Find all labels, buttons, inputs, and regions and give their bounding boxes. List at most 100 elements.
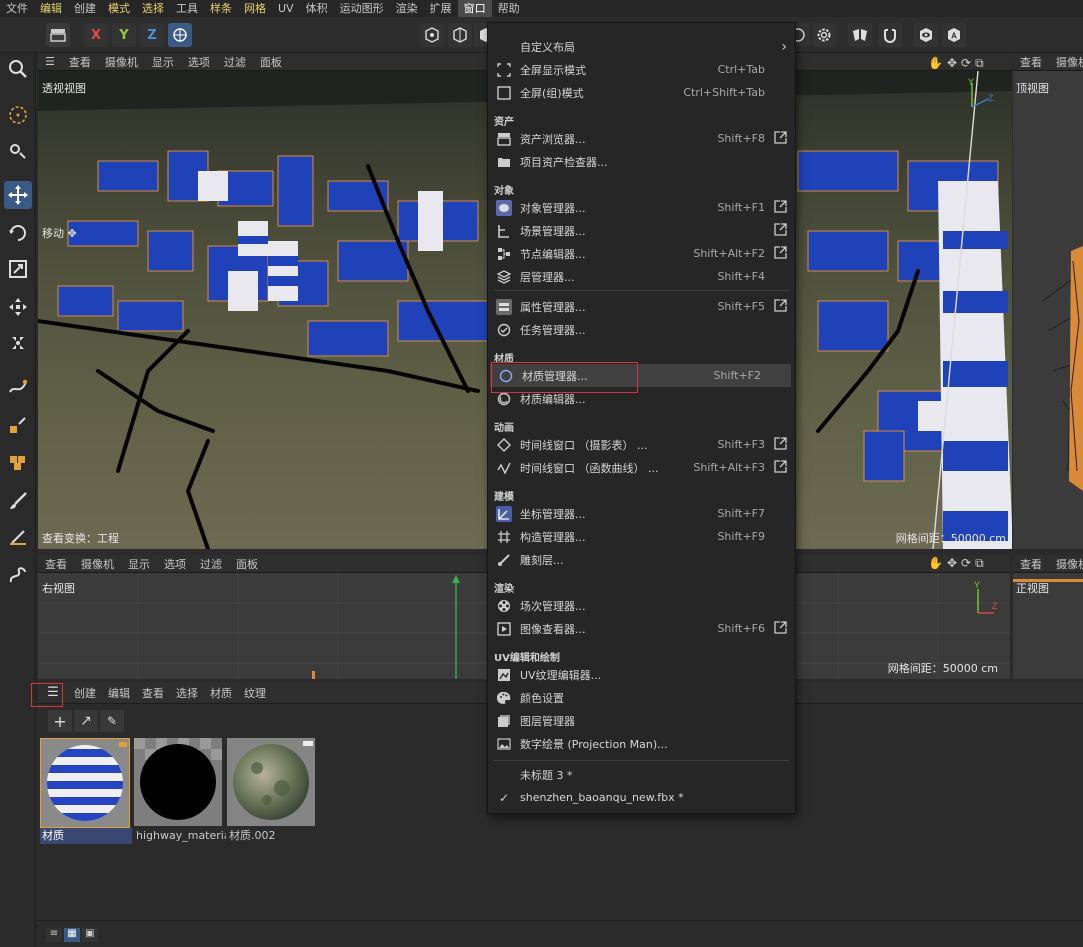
menu-mograph[interactable]: 运动图形 — [334, 0, 390, 17]
viewport-menu-display[interactable]: 显示 — [145, 54, 181, 70]
menu-window[interactable]: 窗口 — [457, 0, 492, 17]
axis-z-lock[interactable]: Z — [140, 23, 164, 47]
pan-icon[interactable]: ✋ — [928, 56, 943, 70]
maximize-view-icon[interactable]: ⧉ — [975, 56, 984, 71]
menu-tools[interactable]: 工具 — [170, 0, 204, 17]
top-view-menu-camera[interactable]: 摄像机 — [1049, 54, 1083, 70]
material-swatch-1[interactable] — [40, 738, 130, 828]
popout-window-icon[interactable] — [774, 298, 787, 315]
add-material-icon[interactable]: + — [48, 710, 72, 732]
point-brush-icon[interactable] — [4, 411, 32, 439]
menu-extensions[interactable]: 扩展 — [424, 0, 458, 17]
rotate-tool-icon[interactable] — [4, 219, 32, 247]
menu-item-场景管理器[interactable]: 场景管理器... — [488, 219, 795, 242]
large-view-icon[interactable]: ▣ — [82, 928, 98, 942]
menu-create[interactable]: 创建 — [68, 0, 102, 17]
material-name-3[interactable]: 材质.002 — [227, 828, 319, 844]
menu-item-全屏显示模式[interactable]: 全屏显示模式 Ctrl+Tab — [488, 58, 795, 81]
menu-item-时间线窗口-函数曲线[interactable]: 时间线窗口 （函数曲线） ... Shift+Alt+F3 — [488, 456, 795, 479]
modeling-tools-icon[interactable] — [4, 137, 32, 165]
material-menu-view[interactable]: 查看 — [136, 685, 170, 701]
snap-icon[interactable] — [878, 23, 902, 47]
menu-uv[interactable]: UV — [272, 0, 300, 17]
move-tool-icon[interactable] — [4, 181, 32, 209]
popout-window-icon[interactable] — [774, 245, 787, 262]
popout-window-icon[interactable] — [774, 199, 787, 216]
viewport-menu-view[interactable]: 查看 — [62, 54, 98, 70]
viewport-menu-panel[interactable]: 面板 — [253, 54, 289, 70]
paint-brush-icon[interactable] — [4, 487, 32, 515]
rotate-view-icon[interactable]: ⟳ — [961, 56, 971, 70]
live-selection-icon[interactable] — [4, 101, 32, 129]
multi-transform-icon[interactable] — [4, 329, 32, 357]
menu-mesh[interactable]: 网格 — [238, 0, 272, 17]
menu-item-时间线窗口-摄影表[interactable]: 时间线窗口 （摄影表） ... Shift+F3 — [488, 433, 795, 456]
list-view-icon[interactable]: ≡ — [46, 928, 62, 942]
gear-icon[interactable] — [812, 23, 836, 47]
right-view-menu-options[interactable]: 选项 — [157, 556, 193, 572]
popout-window-icon[interactable] — [774, 459, 787, 476]
menu-item-任务管理器[interactable]: 任务管理器... — [488, 318, 795, 341]
menu-item-项目资产检查器[interactable]: 项目资产检查器... — [488, 150, 795, 173]
viewport-menu-options[interactable]: 选项 — [181, 54, 217, 70]
front-view-menu-view[interactable]: 查看 — [1013, 556, 1049, 572]
menu-item-构造管理器[interactable]: 构造管理器... Shift+F9 — [488, 525, 795, 548]
right-view-menu-camera[interactable]: 摄像机 — [74, 556, 121, 572]
viewport-menu-camera[interactable]: 摄像机 — [98, 54, 145, 70]
material-swatch-2[interactable] — [134, 738, 224, 828]
menu-item-数字绘景-Projection-Man[interactable]: 数字绘景 (Projection Man)... — [488, 732, 795, 755]
spline-sketch-icon[interactable] — [4, 561, 32, 589]
coordinate-system-icon[interactable] — [168, 23, 192, 47]
menu-volume[interactable]: 体积 — [300, 0, 334, 17]
grid-view-icon[interactable]: ▦ — [64, 928, 80, 942]
menu-file[interactable]: 文件 — [0, 0, 34, 17]
popout-window-icon[interactable] — [774, 130, 787, 147]
material-menu-create[interactable]: 创建 — [68, 685, 102, 701]
viewport-menu-filter[interactable]: 过滤 — [217, 54, 253, 70]
menu-item-图像查看器[interactable]: 图像查看器... Shift+F6 — [488, 617, 795, 640]
polygon-brush-icon[interactable] — [4, 447, 32, 475]
menu-item-对象管理器[interactable]: 对象管理器... Shift+F1 — [488, 196, 795, 219]
right-view-menu-filter[interactable]: 过滤 — [193, 556, 229, 572]
material-name-2[interactable]: highway_material — [134, 828, 226, 844]
menu-item-未标题-3[interactable]: 未标题 3 * — [488, 763, 795, 786]
material-menu-texture[interactable]: 纹理 — [238, 685, 272, 701]
menu-spline[interactable]: 样条 — [204, 0, 238, 17]
menu-select[interactable]: 选择 — [136, 0, 170, 17]
move-view-icon[interactable]: ✥ — [947, 56, 957, 70]
menu-item-shenzhen-baoanqu-new-fbx[interactable]: shenzhen_baoanqu_new.fbx * ✓ — [488, 786, 795, 809]
eyedropper-icon[interactable]: ✎ — [100, 710, 124, 732]
popout-window-icon[interactable] — [774, 620, 787, 637]
knife-tool-icon[interactable] — [4, 523, 32, 551]
scale-tool-icon[interactable] — [4, 255, 32, 283]
transform-tool-icon[interactable] — [4, 293, 32, 321]
right-view-menu-panel[interactable]: 面板 — [229, 556, 265, 572]
right-view-menu-display[interactable]: 显示 — [121, 556, 157, 572]
undo-panel-icon[interactable] — [46, 23, 70, 47]
spline-pen-icon[interactable] — [4, 373, 32, 401]
material-menu-edit[interactable]: 编辑 — [102, 685, 136, 701]
menu-item-坐标管理器[interactable]: 坐标管理器... Shift+F7 — [488, 502, 795, 525]
menu-render[interactable]: 渲染 — [390, 0, 424, 17]
menu-edit[interactable]: 编辑 — [34, 0, 68, 17]
auto-keying-icon[interactable]: A — [942, 23, 966, 47]
top-view-menu-view[interactable]: 查看 — [1013, 54, 1049, 70]
menu-item-层管理器[interactable]: 层管理器... Shift+F4 — [488, 265, 795, 288]
menu-item-资产浏览器[interactable]: 资产浏览器... Shift+F8 — [488, 127, 795, 150]
front-view-menu-camera[interactable]: 摄像机 — [1049, 556, 1083, 572]
right-view-menu-view[interactable]: 查看 — [38, 556, 74, 572]
apply-material-icon[interactable]: ↗ — [74, 710, 98, 732]
polygon-mode-icon[interactable] — [448, 23, 472, 47]
material-menu-material[interactable]: 材质 — [204, 685, 238, 701]
popout-window-icon[interactable] — [774, 436, 787, 453]
cube-icon[interactable] — [420, 23, 444, 47]
material-menu-select[interactable]: 选择 — [170, 685, 204, 701]
material-swatch-3[interactable] — [227, 738, 317, 828]
top-viewport[interactable]: 顶视图 — [1013, 71, 1083, 549]
menu-item-自定义布局[interactable]: 自定义布局 › — [488, 35, 795, 58]
right-view-pan-icon[interactable]: ✋ — [928, 556, 943, 570]
popout-window-icon[interactable] — [774, 222, 787, 239]
menu-item-属性管理器[interactable]: 属性管理器... Shift+F5 — [488, 295, 795, 318]
menu-item-全屏-组-模式[interactable]: 全屏(组)模式 Ctrl+Shift+Tab — [488, 81, 795, 104]
menu-item-雕刻层[interactable]: 雕刻层... — [488, 548, 795, 571]
